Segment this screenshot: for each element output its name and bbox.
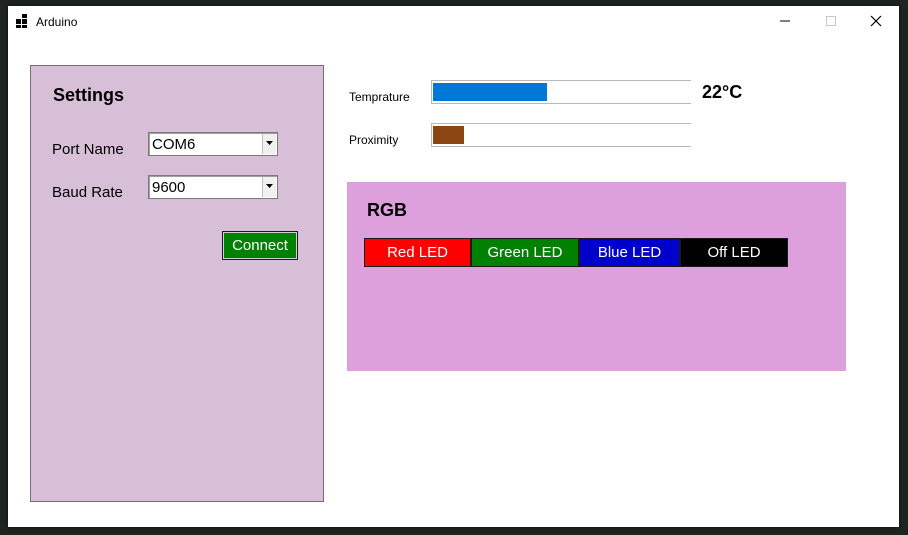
rgb-panel: RGB Red LED Green LED Blue LED Off LED [347, 182, 846, 371]
baud-dropdown-button[interactable] [262, 177, 276, 197]
app-windows-icon [16, 14, 30, 28]
baud-rate-combobox[interactable]: 9600 [148, 175, 278, 199]
window-title: Arduino [36, 15, 78, 29]
minimize-icon [780, 20, 790, 22]
temperature-value: 22°C [702, 82, 743, 102]
green-led-button[interactable]: Green LED [471, 238, 579, 267]
proximity-progress-bar [431, 123, 691, 147]
app-window: Arduino Settings Port Name COM6 Baud Rat… [8, 6, 899, 527]
off-led-button[interactable]: Off LED [680, 238, 788, 267]
rgb-title: RGB [367, 200, 407, 220]
port-name-label: Port Name [52, 141, 124, 158]
temperature-label: Temprature [349, 90, 410, 104]
settings-title: Settings [53, 85, 125, 105]
close-button[interactable] [853, 6, 899, 36]
minimize-button[interactable] [762, 6, 808, 36]
connect-button[interactable]: Connect [222, 231, 298, 260]
title-bar[interactable]: Arduino [8, 6, 899, 36]
baud-rate-value: 9600 [152, 179, 186, 196]
maximize-icon [826, 16, 836, 26]
red-led-button[interactable]: Red LED [364, 238, 471, 267]
proximity-label: Proximity [349, 133, 399, 147]
blue-led-button[interactable]: Blue LED [579, 238, 680, 267]
proximity-progress-fill [433, 126, 464, 144]
chevron-down-icon [266, 184, 273, 188]
baud-rate-label: Baud Rate [52, 184, 123, 201]
maximize-button[interactable] [808, 6, 854, 36]
temperature-progress-bar [431, 80, 691, 104]
port-name-value: COM6 [152, 136, 196, 153]
chevron-down-icon [266, 141, 273, 145]
close-icon [870, 15, 882, 27]
port-name-combobox[interactable]: COM6 [148, 132, 278, 156]
settings-panel: Settings Port Name COM6 Baud Rate 9600 C… [30, 65, 324, 502]
temperature-progress-fill [433, 83, 547, 101]
port-dropdown-button[interactable] [262, 134, 276, 154]
